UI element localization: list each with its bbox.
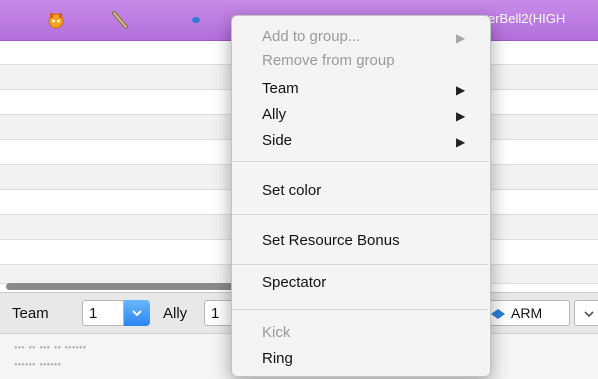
menu-separator bbox=[232, 161, 488, 162]
menu-item-team[interactable]: Team bbox=[262, 80, 299, 97]
status-icon bbox=[48, 13, 64, 29]
menu-item-add-to-group[interactable]: Add to group... bbox=[262, 28, 360, 45]
chat-line: ...... ...... bbox=[14, 353, 61, 368]
menu-item-remove-from-group[interactable]: Remove from group bbox=[262, 52, 395, 69]
player-name: erBell2(HIGH bbox=[488, 11, 566, 26]
menu-item-kick[interactable]: Kick bbox=[262, 324, 290, 341]
menu-item-ally[interactable]: Ally bbox=[262, 106, 286, 123]
chevron-down-icon bbox=[584, 311, 594, 318]
menu-item-set-color[interactable]: Set color bbox=[262, 182, 321, 199]
team-select-dropdown-button[interactable] bbox=[124, 300, 150, 326]
menu-separator bbox=[232, 214, 488, 215]
chat-line: ... .. ... .. ...... bbox=[14, 336, 87, 351]
menu-separator bbox=[232, 309, 488, 310]
menu-item-ring[interactable]: Ring bbox=[262, 350, 293, 367]
color-select[interactable] bbox=[574, 300, 598, 326]
ally-label: Ally bbox=[163, 305, 188, 322]
ally-select[interactable]: 1 bbox=[204, 300, 234, 326]
submenu-arrow-icon: ▶ bbox=[456, 83, 466, 97]
menu-item-spectator[interactable]: Spectator bbox=[262, 274, 326, 291]
submenu-arrow-icon: ▶ bbox=[456, 135, 466, 149]
horizontal-scrollbar[interactable] bbox=[6, 283, 264, 290]
arm-faction-icon bbox=[491, 309, 505, 319]
submenu-arrow-icon: ▶ bbox=[456, 31, 466, 45]
player-context-menu: Add to group... ▶ Remove from group Team… bbox=[231, 15, 491, 377]
menu-item-side[interactable]: Side bbox=[262, 132, 292, 149]
rank-icon bbox=[112, 11, 128, 29]
team-label: Team bbox=[12, 305, 49, 322]
side-select-value: ARM bbox=[511, 305, 543, 321]
menu-separator bbox=[232, 264, 488, 265]
submenu-arrow-icon: ▶ bbox=[456, 109, 466, 123]
menu-item-set-resource-bonus[interactable]: Set Resource Bonus bbox=[262, 232, 400, 249]
team-select[interactable]: 1 bbox=[82, 300, 124, 326]
faction-icon bbox=[192, 17, 200, 23]
side-select[interactable]: ARM bbox=[478, 300, 570, 326]
chevron-down-icon bbox=[132, 310, 142, 317]
